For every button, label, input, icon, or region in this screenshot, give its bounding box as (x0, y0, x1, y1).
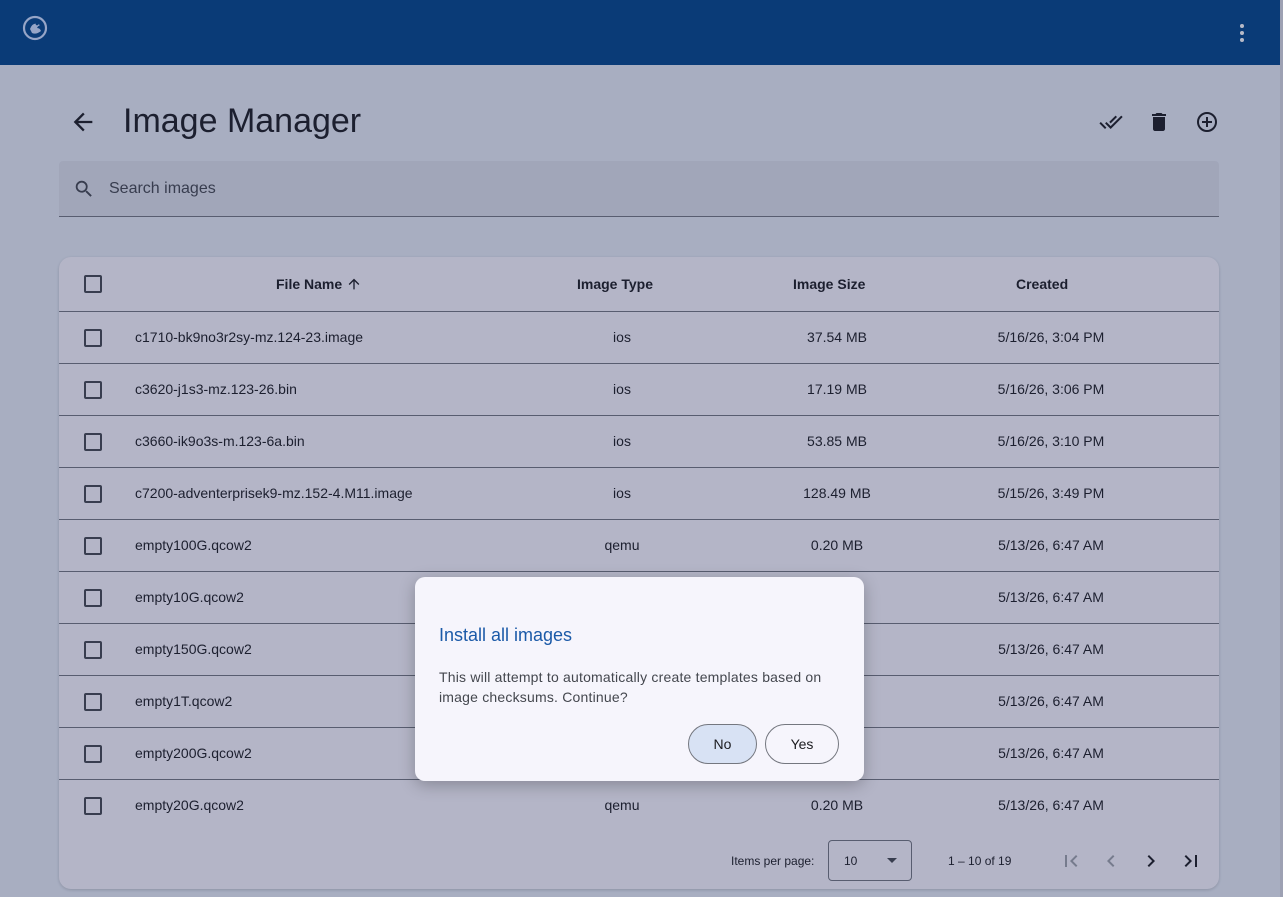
dialog-message: This will attempt to automatically creat… (439, 669, 822, 705)
install-all-images-dialog: Install all images This will attempt to … (415, 577, 864, 781)
yes-button[interactable]: Yes (765, 724, 839, 764)
no-button[interactable]: No (688, 724, 757, 764)
dialog-title: Install all images (439, 625, 573, 645)
